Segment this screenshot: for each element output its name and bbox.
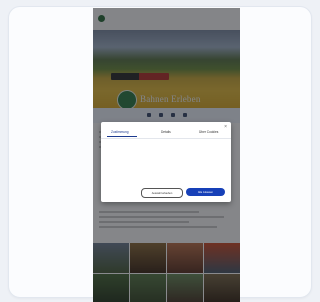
allow-selection-button[interactable]: Auswahl erlauben <box>141 188 183 198</box>
consent-tabs: Zustimmung Details Über Cookies <box>101 130 231 138</box>
divider <box>101 138 231 139</box>
website-screenshot: Bahnen Erleben <box>93 8 240 302</box>
tab-consent[interactable]: Zustimmung <box>111 130 129 134</box>
active-tab-indicator <box>107 136 137 137</box>
cookie-consent-dialog: × Zustimmung Details Über Cookies Auswah… <box>101 122 231 202</box>
tab-about-cookies[interactable]: Über Cookies <box>199 130 218 134</box>
tab-details[interactable]: Details <box>161 130 171 134</box>
allow-all-button[interactable]: Alle zulassen <box>186 188 225 196</box>
